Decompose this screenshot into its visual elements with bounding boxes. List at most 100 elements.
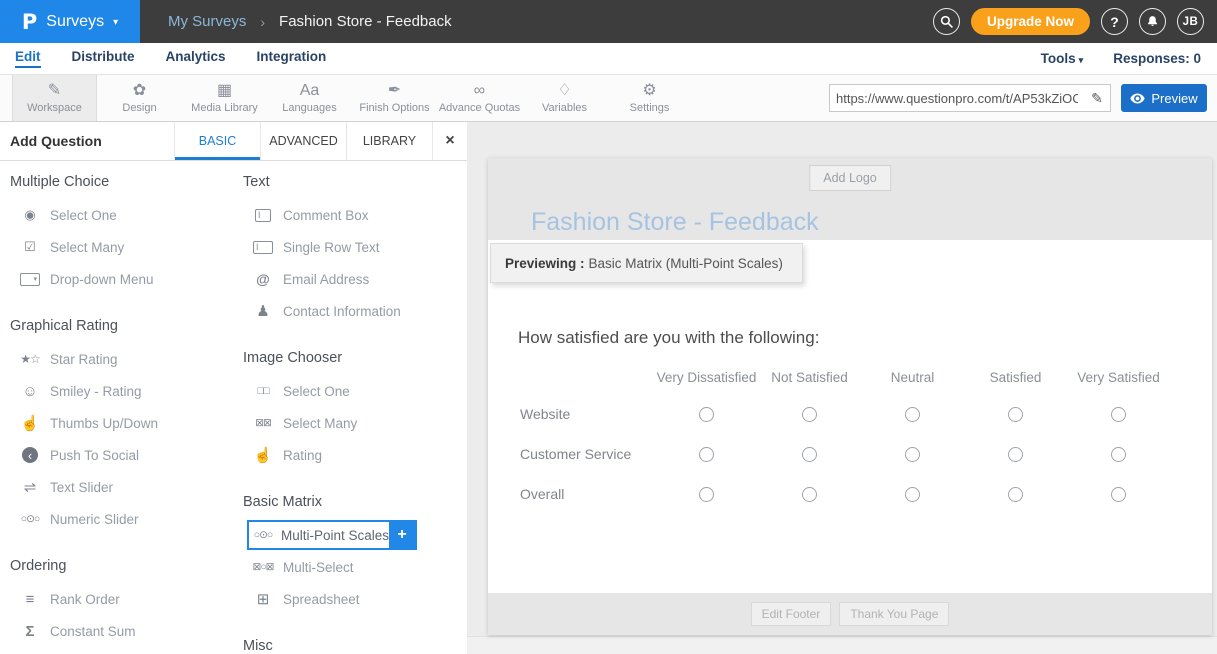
question-type-numeric-slider[interactable]: ○⊙○ Numeric Slider <box>10 503 233 535</box>
question-type-label: Email Address <box>283 272 369 287</box>
image-select-many-icon: ⊠⊠ <box>251 417 275 429</box>
add-question-plus-button[interactable]: + <box>389 522 415 548</box>
dropdown-icon: ▾ <box>18 273 42 286</box>
toolbar-languages[interactable]: Aa Languages <box>267 75 352 121</box>
thank-you-page-button[interactable]: Thank You Page <box>839 602 949 626</box>
survey-url-input[interactable] <box>830 91 1084 106</box>
help-button[interactable]: ? <box>1101 8 1128 35</box>
matrix-column-very-dissatisfied: Very Dissatisfied <box>655 360 758 394</box>
question-type-rating[interactable]: ☝ Rating <box>243 439 466 471</box>
toolbar-finish-options[interactable]: ✒ Finish Options <box>352 75 437 121</box>
question-type-column-1: Multiple Choice ◉ Select One ☑ Select Ma… <box>0 171 233 654</box>
nav-tab-integration[interactable]: Integration <box>257 49 327 68</box>
question-type-spreadsheet[interactable]: ⊞ Spreadsheet <box>243 583 466 615</box>
question-type-constant-sum[interactable]: Σ Constant Sum <box>10 615 233 647</box>
toolbar-advance-quotas[interactable]: ∞ Advance Quotas <box>437 75 522 121</box>
tools-menu[interactable]: Tools▾ <box>1041 51 1084 66</box>
survey-nav-tabs: Edit Distribute Analytics Integration <box>15 49 326 68</box>
matrix-radio-customer-service-very-satisfied[interactable] <box>1111 447 1126 462</box>
question-type-contact-information[interactable]: ♟ Contact Information <box>243 295 466 327</box>
toolbar-workspace[interactable]: ✎ Workspace <box>12 75 97 121</box>
question-type-text-slider[interactable]: ⇌ Text Slider <box>10 471 233 503</box>
toolbar-design[interactable]: ✿ Design <box>97 75 182 121</box>
matrix-radio-website-very-satisfied[interactable] <box>1111 407 1126 422</box>
sigma-icon: Σ <box>18 623 42 640</box>
matrix-radio-website-very-dissatisfied[interactable] <box>699 407 714 422</box>
question-type-label: Rating <box>283 448 322 463</box>
survey-nav: Edit Distribute Analytics Integration Tools… <box>0 43 1217 75</box>
matrix-radio-customer-service-not-satisfied[interactable] <box>802 447 817 462</box>
edit-url-icon[interactable]: ✎ <box>1084 90 1110 107</box>
panel-tab-advanced[interactable]: ADVANCED <box>260 122 346 160</box>
at-icon: @ <box>251 271 275 287</box>
matrix-corner <box>520 360 655 394</box>
matrix-radio-overall-not-satisfied[interactable] <box>802 487 817 502</box>
matrix-radio-overall-neutral[interactable] <box>905 487 920 502</box>
question-type-push-to-social[interactable]: ‹ Push To Social <box>10 439 233 471</box>
survey-footer: Edit Footer Thank You Page <box>488 593 1212 635</box>
previewing-label: Previewing : <box>505 256 585 271</box>
matrix-cell <box>964 474 1067 514</box>
preview-button[interactable]: Preview <box>1121 84 1207 112</box>
close-panel-button[interactable]: × <box>432 122 467 160</box>
question-type-label: Select Many <box>283 416 357 431</box>
question-type-column-2: Text I Comment Box I Single Row Text @ E… <box>233 171 466 654</box>
question-type-label: Constant Sum <box>50 624 136 639</box>
question-type-select-many[interactable]: ☑ Select Many <box>10 231 233 263</box>
selected-question-type: ○⊙○Multi-Point Scales + <box>247 520 417 550</box>
avatar[interactable]: JB <box>1177 8 1204 35</box>
breadcrumb-my-surveys[interactable]: My Surveys <box>168 13 246 30</box>
matrix-cell <box>1067 394 1170 434</box>
matrix-radio-customer-service-very-dissatisfied[interactable] <box>699 447 714 462</box>
matrix-radio-overall-very-dissatisfied[interactable] <box>699 487 714 502</box>
matrix-radio-overall-very-satisfied[interactable] <box>1111 487 1126 502</box>
question-type-label: Single Row Text <box>283 240 380 255</box>
breadcrumb-survey-name: Fashion Store - Feedback <box>279 13 452 30</box>
question-type-smiley-rating[interactable]: ☺ Smiley - Rating <box>10 375 233 407</box>
question-type-thumbs-up-down[interactable]: ☝ Thumbs Up/Down <box>10 407 233 439</box>
notifications-button[interactable] <box>1139 8 1166 35</box>
matrix-radio-customer-service-satisfied[interactable] <box>1008 447 1023 462</box>
nav-tab-analytics[interactable]: Analytics <box>166 49 226 68</box>
upgrade-button[interactable]: Upgrade Now <box>971 8 1090 35</box>
matrix-radio-website-not-satisfied[interactable] <box>802 407 817 422</box>
search-icon <box>940 15 953 28</box>
responses-count[interactable]: Responses: 0 <box>1113 51 1201 66</box>
close-icon: × <box>445 132 454 150</box>
edit-footer-button[interactable]: Edit Footer <box>751 602 832 626</box>
question-type-single-row-text[interactable]: I Single Row Text <box>243 231 466 263</box>
panel-tab-basic[interactable]: BASIC <box>174 122 260 160</box>
panel-tab-library[interactable]: LIBRARY <box>346 122 432 160</box>
question-type-multi-select[interactable]: ⊠○⊠ Multi-Select <box>243 551 466 583</box>
toolbar-items: ✎ Workspace ✿ Design ▦ Media Library Aa … <box>12 75 692 121</box>
matrix-radio-website-neutral[interactable] <box>905 407 920 422</box>
toolbar-item-label: Design <box>122 102 156 114</box>
question-type-email-address[interactable]: @ Email Address <box>243 263 466 295</box>
edit-toolbar: ✎ Workspace ✿ Design ▦ Media Library Aa … <box>0 75 1217 122</box>
section-heading: Text <box>243 171 466 193</box>
toolbar-settings[interactable]: ⚙ Settings <box>607 75 692 121</box>
nav-tab-distribute[interactable]: Distribute <box>72 49 135 68</box>
question-type-star-rating[interactable]: ★☆ Star Rating <box>10 343 233 375</box>
question-type-rank-order[interactable]: ≡ Rank Order <box>10 583 233 615</box>
question-type-multi-point-scales[interactable]: ○⊙○Multi-Point Scales + <box>243 519 466 551</box>
toolbar-media-library[interactable]: ▦ Media Library <box>182 75 267 121</box>
toolbar-item-label: Languages <box>282 102 336 114</box>
search-button[interactable] <box>933 8 960 35</box>
question-type-select-many[interactable]: ⊠⊠ Select Many <box>243 407 466 439</box>
question-type-select-one[interactable]: ◉ Select One <box>10 199 233 231</box>
toolbar-item-label: Advance Quotas <box>439 102 520 114</box>
panel-title: Add Question <box>0 122 174 160</box>
toolbar-variables[interactable]: ♢ Variables <box>522 75 607 121</box>
question-type-select-one[interactable]: □□ Select One <box>243 375 466 407</box>
matrix-radio-website-satisfied[interactable] <box>1008 407 1023 422</box>
product-switcher[interactable]: P Surveys ▾ <box>0 0 140 43</box>
question-type-drag-and-drop[interactable]: ✛ Drag and Drop <box>10 647 233 654</box>
question-type-comment-box[interactable]: I Comment Box <box>243 199 466 231</box>
add-logo-button[interactable]: Add Logo <box>809 165 891 191</box>
question-type-label: Rank Order <box>50 592 120 607</box>
matrix-radio-customer-service-neutral[interactable] <box>905 447 920 462</box>
nav-tab-edit[interactable]: Edit <box>15 49 41 68</box>
matrix-radio-overall-satisfied[interactable] <box>1008 487 1023 502</box>
question-type-drop-down-menu[interactable]: ▾ Drop-down Menu <box>10 263 233 295</box>
